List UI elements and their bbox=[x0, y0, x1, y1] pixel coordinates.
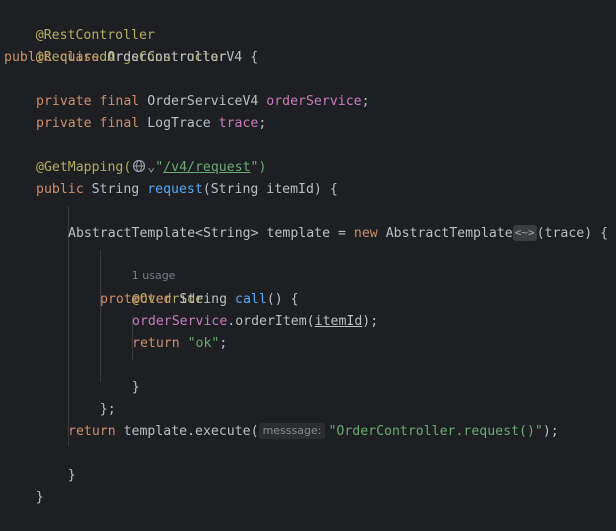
brace-open: { bbox=[329, 182, 338, 197]
keyword-public: public bbox=[4, 50, 52, 65]
keyword-private: private bbox=[36, 116, 92, 131]
brace-close: } bbox=[131, 380, 140, 395]
mapping-url-link[interactable]: /v4/request bbox=[163, 160, 250, 175]
assign-operator: = bbox=[338, 226, 346, 241]
brace-close: } bbox=[35, 490, 44, 505]
keyword-protected: protected bbox=[100, 292, 172, 307]
semicolon: ; bbox=[219, 336, 228, 351]
keyword-private: private bbox=[36, 94, 92, 109]
code-line-22[interactable]: } bbox=[4, 465, 44, 505]
brace-open: { bbox=[290, 292, 299, 307]
code-line-8[interactable]: @GetMapping(⌄"/v4/request") bbox=[36, 157, 266, 179]
keyword-final: final bbox=[99, 116, 140, 131]
annotation-getmapping: @GetMapping( bbox=[36, 160, 132, 175]
code-line-14[interactable]: protected String call() { bbox=[100, 289, 299, 311]
keyword-final: final bbox=[99, 94, 140, 109]
method-params: (String itemId) bbox=[202, 182, 322, 197]
code-line-18[interactable]: }; bbox=[68, 377, 116, 417]
template-type: AbstractTemplate<String> bbox=[68, 226, 259, 241]
code-line-9[interactable]: public String request(String itemId) { bbox=[36, 179, 338, 201]
brace-open: { bbox=[600, 226, 609, 241]
globe-icon[interactable] bbox=[132, 159, 146, 173]
keyword-return: return bbox=[132, 336, 180, 351]
code-line-15[interactable]: orderService.orderItem(itemId); bbox=[132, 311, 378, 333]
code-line-5[interactable]: private final OrderServiceV4 orderServic… bbox=[36, 91, 370, 113]
keyword-return: return bbox=[68, 424, 116, 439]
template-variable: template bbox=[266, 226, 331, 241]
method-call-order-item: .orderItem( bbox=[227, 314, 315, 329]
code-line-17[interactable]: } bbox=[100, 355, 140, 395]
code-line-21[interactable]: } bbox=[36, 443, 76, 483]
code-line-20[interactable]: return template.execute(messsage: "OrderC… bbox=[68, 421, 559, 443]
code-line-6[interactable]: private final LogTrace trace; bbox=[36, 113, 266, 135]
code-editor[interactable]: @RestController @RequiredArgsConstructor… bbox=[0, 0, 616, 505]
keyword-class: class bbox=[59, 50, 100, 65]
parameter-name-hint: messsage: bbox=[258, 423, 326, 439]
method-parens: () bbox=[266, 292, 283, 307]
call-end: ); bbox=[542, 424, 559, 439]
return-type: String bbox=[179, 292, 228, 307]
string-ok: "ok" bbox=[187, 336, 220, 351]
field-order-service: orderService bbox=[266, 94, 362, 109]
keyword-public: public bbox=[36, 182, 84, 197]
code-line-2[interactable]: @RequiredArgsConstructor bbox=[4, 25, 227, 65]
code-line-16[interactable]: return "ok"; bbox=[132, 333, 227, 355]
semicolon: ; bbox=[361, 94, 370, 109]
param-item-id: itemId bbox=[314, 314, 363, 329]
method-name-request: request bbox=[147, 182, 203, 197]
brace-close: } bbox=[67, 468, 76, 483]
string-quote: " bbox=[155, 160, 164, 175]
anonymous-class-close: }; bbox=[99, 402, 116, 417]
brace-open: { bbox=[250, 50, 259, 65]
constructor-args: (trace) bbox=[536, 226, 593, 241]
method-call-execute: template.execute( bbox=[123, 424, 259, 439]
call-end: ); bbox=[362, 314, 379, 329]
class-name: OrderControllerV4 bbox=[107, 50, 243, 65]
code-line-12[interactable]: 1 usage bbox=[100, 246, 176, 282]
string-close: ") bbox=[250, 160, 267, 175]
code-line-13[interactable]: @Override bbox=[100, 267, 203, 307]
method-name-call: call bbox=[235, 292, 267, 307]
code-line-11[interactable]: AbstractTemplate<String> template = new … bbox=[68, 223, 608, 245]
string-message: "OrderController.request()" bbox=[328, 424, 543, 439]
semicolon: ; bbox=[258, 116, 267, 131]
code-line-1[interactable]: @RestController bbox=[4, 3, 155, 43]
field-order-service: orderService bbox=[132, 314, 228, 329]
constructor-name: AbstractTemplate bbox=[385, 226, 513, 241]
code-line-3[interactable]: public class OrderControllerV4 { bbox=[4, 47, 258, 69]
keyword-new: new bbox=[353, 226, 378, 241]
diamond-operator-fold[interactable]: <~> bbox=[512, 225, 537, 241]
return-type: String bbox=[91, 182, 140, 197]
field-trace: trace bbox=[218, 116, 259, 131]
field-type: LogTrace bbox=[147, 116, 211, 131]
field-type: OrderServiceV4 bbox=[147, 94, 259, 109]
